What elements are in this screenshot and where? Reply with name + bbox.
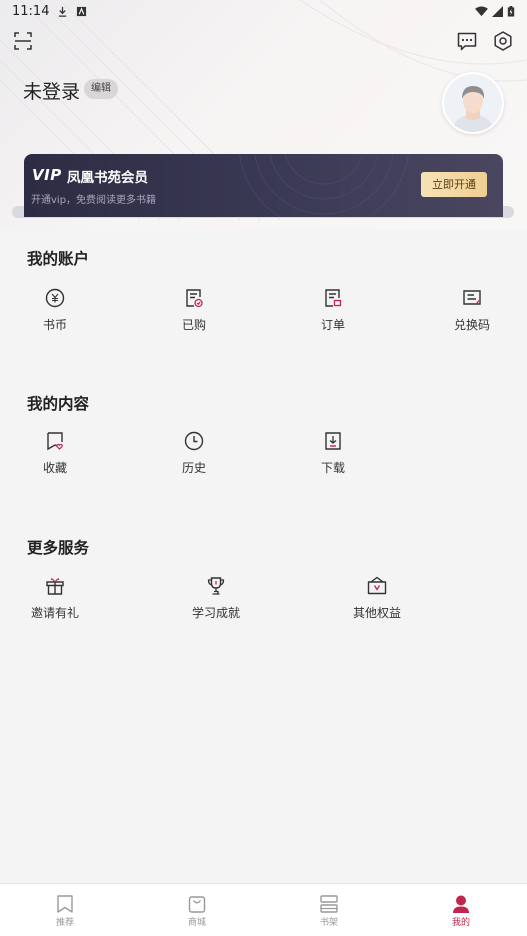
download-item[interactable]: 下载 <box>293 430 373 476</box>
nav-profile-label: 我的 <box>451 918 470 928</box>
login-status[interactable]: 未登录 <box>23 77 80 104</box>
nav-shop[interactable]: 商城 <box>167 894 227 928</box>
profile-icon <box>453 895 469 913</box>
nav-recommend-label: 推荐 <box>55 918 74 928</box>
vip-subtitle: 开通vip，免费阅读更多书籍 <box>31 195 157 206</box>
vip-title: 凤凰书苑会员 <box>67 170 148 186</box>
account-section-title: 我的账户 <box>27 250 90 268</box>
status-bar: 11:14 <box>0 0 527 22</box>
signal-icon <box>492 5 503 17</box>
coin-item[interactable]: 书币 <box>15 287 95 333</box>
vip-open-button[interactable]: 立即开通 <box>421 172 487 197</box>
wifi-icon <box>475 5 488 16</box>
edit-button[interactable]: 编辑 <box>84 79 118 99</box>
redeem-code-label: 兑换码 <box>453 318 490 332</box>
content-section-title: 我的内容 <box>27 395 90 413</box>
message-icon[interactable] <box>456 30 478 52</box>
purchased-item[interactable]: 已购 <box>154 287 234 333</box>
nav-recommend[interactable]: 推荐 <box>35 894 95 928</box>
nav-profile[interactable]: 我的 <box>431 894 491 928</box>
status-time: 11:14 <box>12 3 50 19</box>
trophy-label: 学习成就 <box>191 606 240 620</box>
app-notification-icon <box>77 6 87 16</box>
nav-bookshelf[interactable]: 书架 <box>299 894 359 928</box>
trophy-icon <box>207 577 225 595</box>
bottom-nav: 推荐 商城 书架 我的 <box>0 883 527 936</box>
battery-icon <box>507 5 515 17</box>
settings-icon[interactable] <box>492 30 514 52</box>
purchased-label: 已购 <box>181 318 206 332</box>
redeem-code-item[interactable]: 兑换码 <box>432 287 512 333</box>
gift-item[interactable]: 邀请有礼 <box>15 575 95 621</box>
trophy-item[interactable]: 学习成就 <box>176 575 256 621</box>
benefits-item[interactable]: 其他权益 <box>337 575 417 621</box>
bookmark-icon <box>57 895 73 913</box>
favorite-item[interactable]: 收藏 <box>15 430 95 476</box>
vip-logo: VIP <box>32 166 62 184</box>
services-section-title: 更多服务 <box>27 539 90 557</box>
favorite-icon <box>47 432 63 451</box>
favorite-label: 收藏 <box>42 461 67 475</box>
vip-card[interactable]: VIP 凤凰书苑会员 开通vip，免费阅读更多书籍 立即开通 <box>24 154 503 217</box>
coin-label: 书币 <box>42 318 67 332</box>
benefits-icon <box>367 576 387 595</box>
history-item[interactable]: 历史 <box>154 430 234 476</box>
nav-shop-label: 商城 <box>187 918 206 928</box>
order-icon <box>325 289 342 307</box>
shop-bag-icon <box>188 896 206 913</box>
bookshelf-icon <box>320 895 338 913</box>
purchased-icon <box>186 289 203 308</box>
redeem-code-icon <box>463 290 481 305</box>
order-label: 订单 <box>320 318 345 332</box>
nav-bookshelf-label: 书架 <box>319 918 338 928</box>
benefits-label: 其他权益 <box>352 606 401 620</box>
scan-icon[interactable] <box>12 30 34 52</box>
avatar-placeholder-icon <box>444 74 502 132</box>
download-status-icon <box>59 6 67 17</box>
download-icon <box>325 432 341 450</box>
history-icon <box>184 431 204 451</box>
coin-icon <box>45 288 65 308</box>
avatar[interactable] <box>442 72 504 134</box>
download-label: 下载 <box>320 461 345 475</box>
history-label: 历史 <box>181 461 206 475</box>
gift-label: 邀请有礼 <box>30 606 79 620</box>
gift-icon <box>46 578 64 595</box>
order-item[interactable]: 订单 <box>293 287 373 333</box>
